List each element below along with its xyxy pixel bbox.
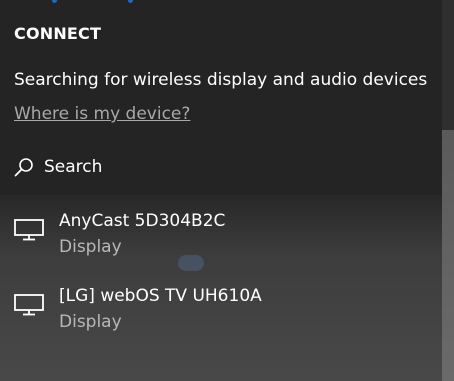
device-name: AnyCast 5D304B2C — [59, 211, 226, 231]
search-label: Search — [44, 157, 103, 177]
search-button[interactable]: Search — [14, 154, 102, 180]
device-type: Display — [59, 237, 122, 257]
monitor-icon — [14, 294, 44, 316]
device-type: Display — [59, 312, 122, 332]
progress-dots — [0, 0, 442, 6]
panel-title: CONNECT — [14, 24, 102, 43]
device-item-anycast[interactable]: AnyCast 5D304B2C Display — [14, 211, 434, 263]
monitor-icon — [14, 219, 44, 241]
device-item-lg-webos-tv[interactable]: [LG] webOS TV UH610A Display — [14, 286, 434, 338]
search-icon — [14, 158, 33, 177]
search-status-text: Searching for wireless display and audio… — [14, 70, 428, 90]
desktop-background — [440, 0, 454, 381]
where-is-my-device-link[interactable]: Where is my device? — [14, 104, 190, 124]
device-name: [LG] webOS TV UH610A — [59, 286, 262, 306]
connect-panel: CONNECT Searching for wireless display a… — [0, 0, 442, 381]
